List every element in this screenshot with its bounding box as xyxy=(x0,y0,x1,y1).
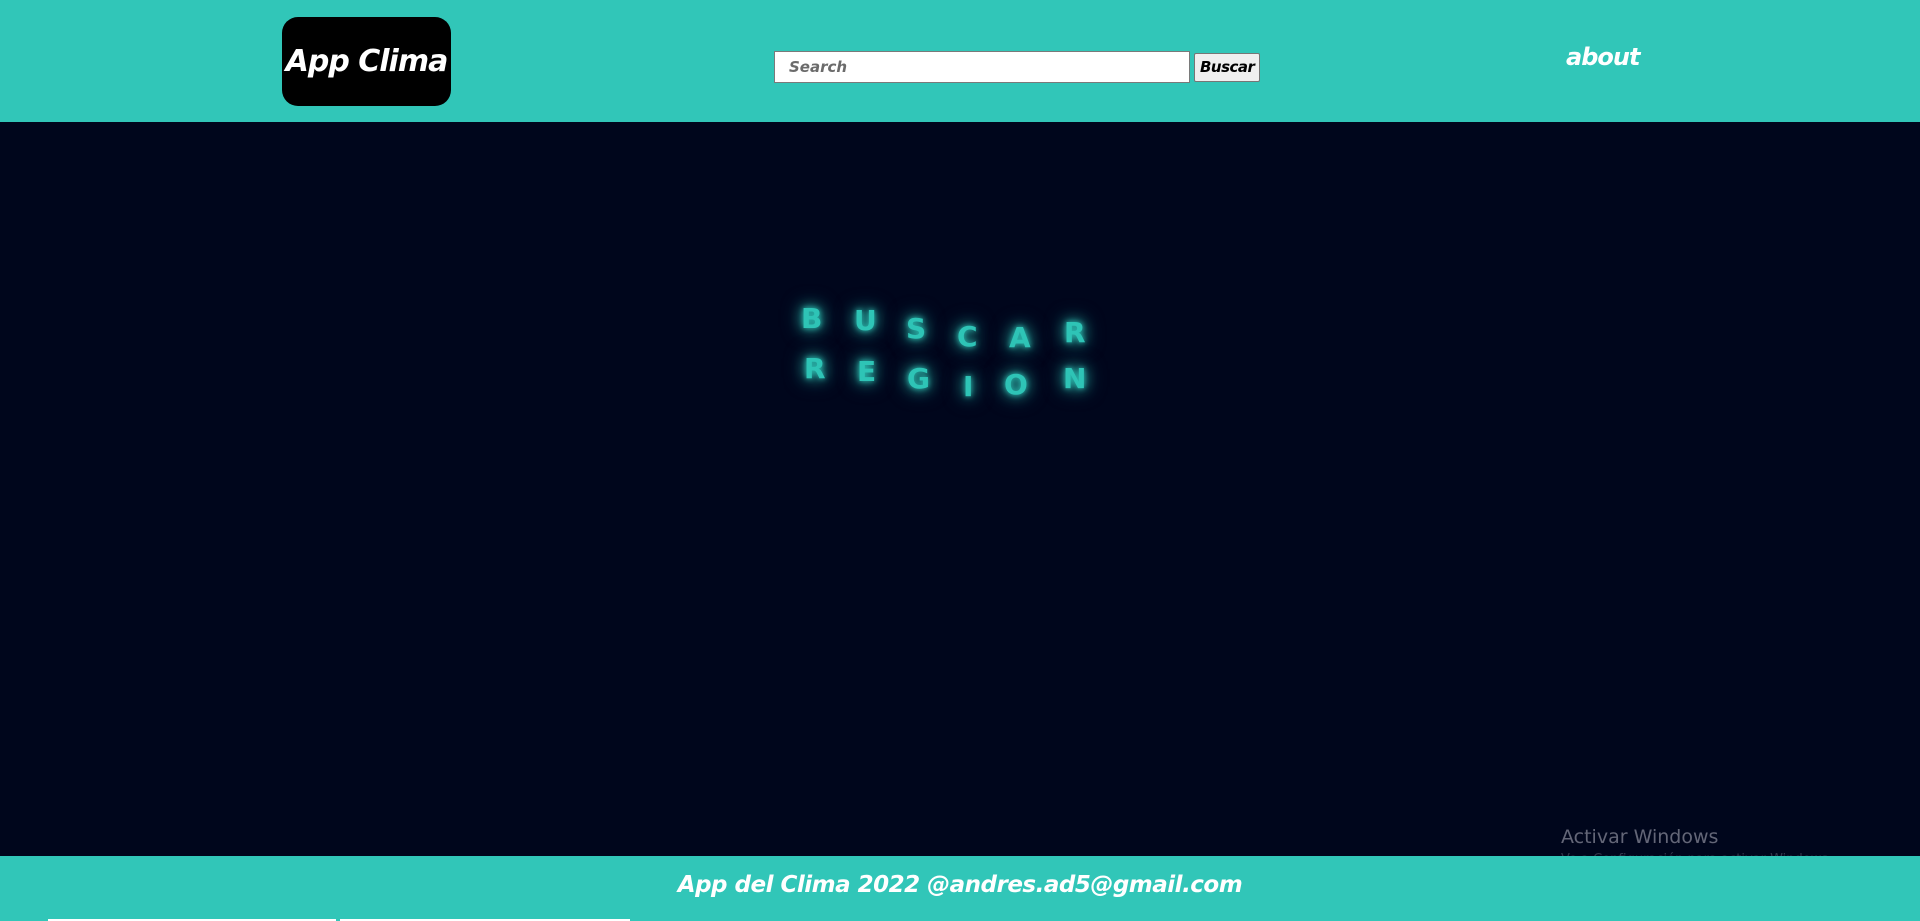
hero-letter: I xyxy=(963,370,974,403)
hero-letter: E xyxy=(857,355,877,388)
hero-letter: C xyxy=(957,320,978,353)
hero-letter: R xyxy=(1064,316,1086,349)
page-footer: App del Clima 2022 @andres.ad5@gmail.com xyxy=(0,856,1920,921)
hero-letter: G xyxy=(907,362,930,395)
search-form: Buscar xyxy=(774,49,1261,85)
hero-letter: R xyxy=(804,352,826,385)
footer-text: App del Clima 2022 @andres.ad5@gmail.com xyxy=(677,872,1243,898)
search-input[interactable] xyxy=(774,51,1190,83)
about-link[interactable]: about xyxy=(1566,43,1640,71)
watermark-title: Activar Windows xyxy=(1561,826,1719,848)
search-button[interactable]: Buscar xyxy=(1194,52,1261,82)
hero-letter: N xyxy=(1063,362,1087,395)
main-content: B U S C A R R E G I O N xyxy=(0,122,1920,856)
hero-letter: U xyxy=(854,304,877,337)
hero-letter: O xyxy=(1004,368,1028,401)
hero-letter: S xyxy=(906,312,927,345)
app-logo-text: App Clima xyxy=(285,44,449,79)
top-header: App Clima Buscar about xyxy=(0,0,1920,122)
hero-letter: B xyxy=(801,302,823,335)
hero-letter: A xyxy=(1009,321,1031,354)
app-logo[interactable]: App Clima xyxy=(282,17,451,106)
